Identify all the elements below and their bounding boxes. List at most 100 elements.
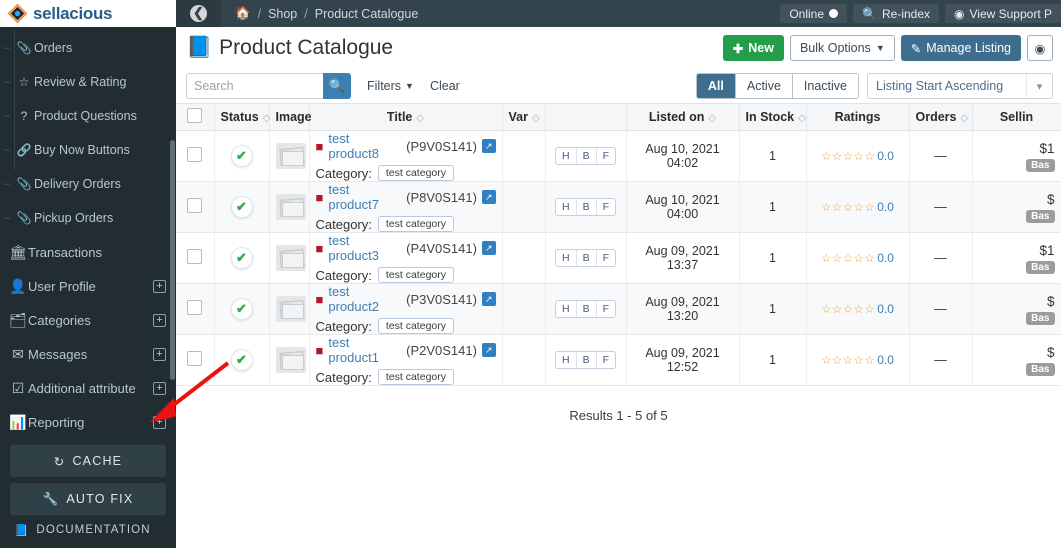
search-input[interactable] [186, 73, 323, 99]
tab-inactive[interactable]: Inactive [792, 74, 858, 98]
auto-fix-button[interactable]: 🔧 AUTO FIX [10, 483, 166, 515]
product-title-link[interactable]: test product2 [328, 284, 401, 314]
expand-icon[interactable]: + [153, 279, 166, 293]
bulk-options-button[interactable]: Bulk Options ▼ [789, 35, 895, 61]
sidebar-item-categories[interactable]: 🗂 Categories + [0, 303, 176, 337]
category-pill[interactable]: test category [377, 165, 454, 181]
filters-dropdown[interactable]: Filters ▼ [367, 79, 414, 93]
hbf-f[interactable]: F [597, 148, 615, 164]
hbf-b[interactable]: B [577, 250, 597, 266]
back-button[interactable]: ❮ [176, 0, 221, 27]
column-header-listed-on[interactable]: Listed on ◇ [626, 103, 740, 131]
rating-stars-icon[interactable]: ☆☆☆☆☆ [821, 253, 875, 265]
search-button[interactable]: 🔍 [323, 73, 351, 99]
hbf-h[interactable]: H [556, 301, 577, 317]
hbf-h[interactable]: H [556, 352, 577, 368]
column-header-status[interactable]: Status ◇ [214, 103, 271, 131]
sidebar-item-transactions[interactable]: 🏛 Transactions [0, 235, 176, 269]
sort-icon[interactable]: ◇ [798, 113, 806, 124]
hbf-f[interactable]: F [597, 352, 615, 368]
status-active-icon[interactable]: ✔ [230, 298, 253, 320]
sort-icon[interactable]: ◇ [708, 113, 716, 124]
table-row[interactable]: ✔ ■ test product2 (P3V0S141) ↗ Category: test … [176, 283, 1061, 335]
online-toggle[interactable]: Online [780, 4, 848, 23]
rating-stars-icon[interactable]: ☆☆☆☆☆ [821, 202, 875, 214]
brand-logo-area[interactable]: sellacious [0, 0, 176, 27]
column-header-title[interactable]: Title ◇ [309, 103, 503, 131]
hbf-h[interactable]: H [556, 250, 577, 266]
home-icon[interactable]: 🏠 [235, 6, 251, 21]
sidebar-item-messages[interactable]: ✉ Messages + [0, 337, 176, 371]
product-thumbnail[interactable] [275, 143, 306, 169]
sidebar-item-reporting[interactable]: 📊 Reporting + [0, 405, 176, 439]
category-pill[interactable]: test category [377, 369, 454, 385]
status-active-icon[interactable]: ✔ [230, 196, 253, 218]
status-active-icon[interactable]: ✔ [230, 349, 253, 371]
sort-icon[interactable]: ◇ [263, 113, 271, 124]
sidebar-item-pickup-orders[interactable]: – 📎 Pickup Orders [0, 201, 176, 235]
sidebar-item-additional-attribute[interactable]: ☑ Additional attribute + [0, 371, 176, 405]
tab-all[interactable]: All [696, 74, 736, 98]
hbf-b[interactable]: B [577, 199, 597, 215]
hbf-f[interactable]: F [597, 250, 615, 266]
open-external-icon[interactable]: ↗ [481, 292, 496, 306]
hbf-b[interactable]: B [577, 352, 597, 368]
hbf-f[interactable]: F [597, 199, 615, 215]
table-row[interactable]: ✔ ■ test product7 (P8V0S141) ↗ Category: test … [176, 181, 1061, 233]
sidebar-item-user-profile[interactable]: 👤 User Profile + [0, 269, 176, 303]
column-header-var[interactable]: Var ◇ [502, 103, 546, 131]
product-title-link[interactable]: test product8 [328, 131, 401, 161]
category-pill[interactable]: test category [377, 267, 454, 283]
product-title-link[interactable]: test product3 [328, 233, 401, 263]
breadcrumb-shop[interactable]: Shop [268, 7, 297, 21]
rating-stars-icon[interactable]: ☆☆☆☆☆ [821, 151, 875, 163]
sort-select[interactable]: Listing Start Ascending ▾ [867, 73, 1053, 99]
expand-icon[interactable]: + [153, 313, 166, 327]
hbf-h[interactable]: H [556, 148, 577, 164]
hbf-b[interactable]: B [577, 148, 597, 164]
category-pill[interactable]: test category [377, 318, 454, 334]
status-active-icon[interactable]: ✔ [230, 247, 253, 269]
sort-icon[interactable]: ◇ [532, 113, 540, 124]
rating-stars-icon[interactable]: ☆☆☆☆☆ [821, 355, 875, 367]
product-thumbnail[interactable] [275, 296, 306, 322]
options-button[interactable]: ◉ [1027, 35, 1053, 61]
open-external-icon[interactable]: ↗ [481, 190, 496, 204]
expand-icon[interactable]: + [153, 381, 166, 395]
product-title-link[interactable]: test product1 [328, 335, 401, 365]
row-checkbox[interactable] [187, 249, 203, 264]
open-external-icon[interactable]: ↗ [481, 241, 496, 255]
table-row[interactable]: ✔ ■ test product3 (P4V0S141) ↗ Category: test … [176, 232, 1061, 284]
sidebar-item-buy-now-buttons[interactable]: – 🔗 Buy Now Buttons [0, 133, 176, 167]
product-thumbnail[interactable] [275, 245, 306, 271]
sort-icon[interactable]: ◇ [416, 113, 424, 124]
sidebar-item-review-rating[interactable]: – ☆ Review & Rating [0, 65, 176, 99]
table-row[interactable]: ✔ ■ test product1 (P2V0S141) ↗ Category: test … [176, 334, 1061, 386]
reindex-button[interactable]: 🔍 Re-index [853, 4, 940, 23]
product-title-link[interactable]: test product7 [328, 182, 401, 212]
category-pill[interactable]: test category [377, 216, 454, 232]
open-external-icon[interactable]: ↗ [481, 343, 496, 357]
hbf-f[interactable]: F [597, 301, 615, 317]
row-checkbox[interactable] [187, 147, 203, 162]
expand-icon[interactable]: + [153, 347, 166, 361]
sort-icon[interactable]: ◇ [961, 113, 969, 124]
row-checkbox[interactable] [187, 300, 203, 315]
column-header-orders[interactable]: Orders ◇ [909, 103, 973, 131]
tab-active[interactable]: Active [735, 74, 793, 98]
cache-button[interactable]: ↻ CACHE [10, 445, 166, 477]
manage-listing-button[interactable]: ✎ Manage Listing [900, 35, 1021, 61]
clear-button[interactable]: Clear [430, 79, 460, 93]
view-support-button[interactable]: ◉ View Support P [945, 4, 1061, 23]
product-thumbnail[interactable] [275, 347, 306, 373]
documentation-link[interactable]: 📘 DOCUMENTATION [14, 523, 166, 537]
sidebar-item-product-questions[interactable]: –? Product Questions [0, 99, 176, 133]
expand-icon[interactable]: + [153, 415, 166, 429]
hbf-h[interactable]: H [556, 199, 577, 215]
select-all-checkbox[interactable] [187, 108, 203, 123]
new-button[interactable]: ✚ New [722, 35, 784, 61]
row-checkbox[interactable] [187, 198, 203, 213]
row-checkbox[interactable] [187, 351, 203, 366]
sidebar-scrollbar[interactable] [170, 140, 175, 380]
rating-stars-icon[interactable]: ☆☆☆☆☆ [821, 304, 875, 316]
